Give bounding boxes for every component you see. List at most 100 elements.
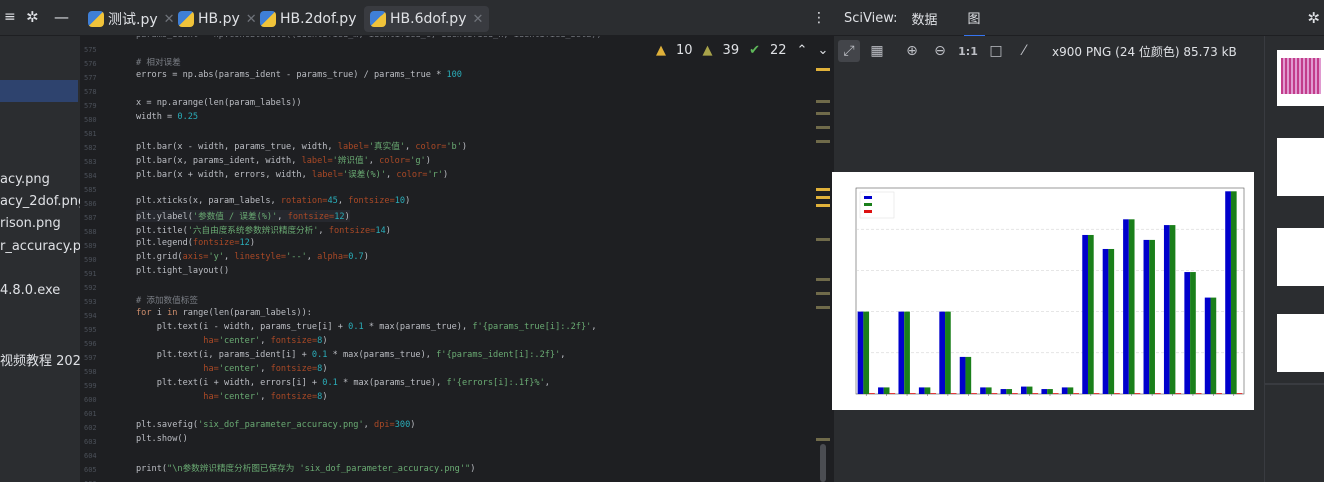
selected-item-highlight[interactable] bbox=[0, 80, 78, 102]
line-number: 587 bbox=[84, 214, 97, 222]
actual-size-button[interactable]: 1:1 bbox=[957, 40, 979, 62]
bar bbox=[1225, 191, 1231, 394]
bar bbox=[1021, 386, 1027, 394]
line-number: 603 bbox=[84, 438, 97, 446]
gear-icon[interactable]: ✲ bbox=[1307, 9, 1320, 27]
bar bbox=[1102, 248, 1109, 394]
stripe-marker[interactable] bbox=[816, 126, 830, 129]
code-line: print("\n参数辨识精度分析图已保存为 'six_dof_paramete… bbox=[136, 464, 476, 474]
sidebar-item[interactable]: 视频教程 2024 bbox=[0, 350, 80, 369]
plot-thumbnail[interactable] bbox=[1277, 314, 1324, 372]
stripe-marker[interactable] bbox=[816, 188, 830, 191]
bar bbox=[971, 393, 977, 394]
stripe-marker[interactable] bbox=[816, 438, 830, 441]
warning-count: 10 bbox=[676, 42, 693, 58]
code-editor[interactable]: params_ident = np.concatenate((identifie… bbox=[128, 36, 808, 482]
bar bbox=[1108, 248, 1115, 394]
stripe-marker[interactable] bbox=[816, 204, 830, 207]
bar bbox=[980, 387, 986, 394]
inspection-widget[interactable]: ▲ 10 ▲ 39 ✔ 22 ⌃ ⌄ bbox=[656, 40, 828, 60]
minimize-icon[interactable]: — bbox=[54, 8, 69, 26]
tab-hb-py[interactable]: HB.py ✕ bbox=[172, 6, 263, 32]
line-number: 600 bbox=[84, 396, 97, 404]
bar bbox=[1041, 389, 1048, 394]
line-number: 578 bbox=[84, 88, 97, 96]
sidebar-item[interactable]: r_accuracy.pr bbox=[0, 239, 80, 254]
chevron-up-icon[interactable]: ⌃ bbox=[797, 43, 808, 58]
plot-thumbnail[interactable] bbox=[1277, 228, 1324, 286]
line-number: 597 bbox=[84, 354, 97, 362]
bar bbox=[1012, 393, 1018, 394]
stripe-marker[interactable] bbox=[816, 68, 830, 71]
chevron-down-icon[interactable]: ⌄ bbox=[817, 43, 828, 58]
bar bbox=[904, 311, 910, 394]
hamburger-icon[interactable]: ≡ bbox=[4, 9, 16, 25]
color-picker-icon[interactable]: ⁄ bbox=[1013, 40, 1035, 62]
sidebar-item[interactable]: 4.8.0.exe bbox=[0, 283, 60, 298]
background-icon[interactable]: □ bbox=[985, 40, 1007, 62]
bar bbox=[950, 393, 957, 394]
sidebar-item[interactable]: rison.png bbox=[0, 216, 61, 231]
stripe-marker[interactable] bbox=[816, 112, 830, 115]
tab-label: HB.2dof.py bbox=[280, 11, 357, 27]
bar bbox=[883, 387, 890, 394]
bar bbox=[889, 393, 896, 394]
zoom-in-icon[interactable]: ⊕ bbox=[901, 40, 923, 62]
bar bbox=[1149, 239, 1155, 394]
tab-hb-2dof-py[interactable]: HB.2dof.py✕ bbox=[254, 6, 379, 32]
bar bbox=[1169, 225, 1176, 394]
line-number: 581 bbox=[84, 130, 97, 138]
sciview-toolbar: ⤢ ▦ ⊕ ⊖ 1:1 □ ⁄ x900 PNG (24 位颜色) 85.73 … bbox=[834, 36, 1264, 66]
bar bbox=[939, 311, 946, 394]
plot-thumbnail[interactable] bbox=[1277, 50, 1324, 106]
line-number: 592 bbox=[84, 284, 97, 292]
tab-data[interactable]: 数据 bbox=[912, 9, 938, 28]
tab-hb-6dof-py[interactable]: HB.6dof.py ✕ bbox=[364, 6, 490, 32]
sidebar-item[interactable]: acy.png bbox=[0, 172, 50, 187]
weak-warning-icon: ▲ bbox=[702, 42, 713, 58]
fit-zoom-icon[interactable]: ⤢ bbox=[838, 40, 860, 62]
stripe-marker[interactable] bbox=[816, 278, 830, 281]
error-stripe[interactable] bbox=[806, 60, 834, 482]
bar bbox=[924, 387, 931, 394]
bar bbox=[863, 311, 870, 394]
line-number: 605 bbox=[84, 466, 97, 474]
bar bbox=[1061, 387, 1068, 394]
more-options-icon[interactable]: ⋮ bbox=[812, 10, 826, 26]
tab-plots[interactable]: 图 bbox=[963, 0, 985, 37]
plot-thumbnail[interactable] bbox=[1277, 138, 1324, 196]
bar bbox=[965, 356, 972, 394]
bar bbox=[1000, 389, 1007, 394]
tab-test-py[interactable]: 测试.py ✕ bbox=[82, 6, 181, 32]
gear-icon[interactable]: ✲ bbox=[26, 8, 39, 26]
code-line: plt.bar(x + width, errors, width, label=… bbox=[136, 170, 449, 180]
stripe-marker[interactable] bbox=[816, 238, 830, 241]
line-number: 577 bbox=[84, 74, 97, 82]
zoom-out-icon[interactable]: ⊖ bbox=[929, 40, 951, 62]
stripe-marker[interactable] bbox=[816, 100, 830, 103]
bar bbox=[1026, 386, 1033, 394]
grid-icon[interactable]: ▦ bbox=[866, 40, 888, 62]
thumbnail-divider bbox=[1265, 383, 1324, 385]
stripe-marker[interactable] bbox=[816, 306, 830, 309]
bar bbox=[1047, 389, 1053, 394]
plot-image[interactable] bbox=[832, 172, 1254, 410]
line-number: 586 bbox=[84, 200, 97, 208]
code-line: plt.show() bbox=[136, 434, 188, 444]
code-line: ha='center', fontsize=8) bbox=[203, 336, 328, 346]
bar bbox=[1204, 297, 1211, 394]
code-line: plt.text(i, params_ident[i] + 0.1 * max(… bbox=[136, 350, 566, 360]
stripe-marker[interactable] bbox=[816, 140, 830, 143]
scrollbar-thumb[interactable] bbox=[820, 444, 826, 482]
warning-icon: ▲ bbox=[656, 42, 666, 58]
stripe-marker[interactable] bbox=[816, 292, 830, 295]
close-icon[interactable]: ✕ bbox=[472, 12, 483, 27]
python-file-icon bbox=[178, 11, 194, 27]
line-number: 575 bbox=[84, 46, 97, 54]
line-number: 601 bbox=[84, 410, 97, 418]
sidebar-item[interactable]: acy_2dof.png bbox=[0, 194, 80, 209]
bar bbox=[857, 311, 864, 394]
bar bbox=[1087, 234, 1094, 394]
stripe-marker[interactable] bbox=[816, 196, 830, 199]
bar bbox=[1032, 393, 1039, 394]
